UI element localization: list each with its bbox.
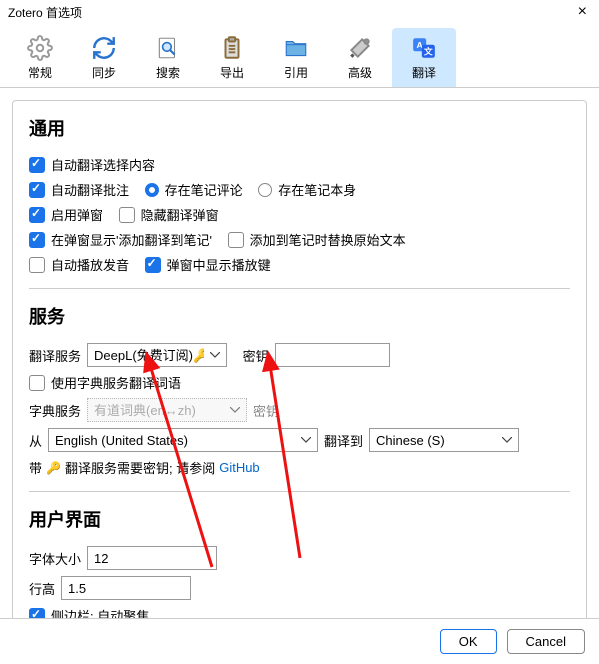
- show-add-to-note-checkbox[interactable]: [29, 232, 45, 248]
- tab-advanced[interactable]: 高级: [328, 28, 392, 87]
- tab-label: 高级: [348, 64, 372, 81]
- secret-hint: 带 🔑 翻译服务需要密钥; 请参阅 GitHub: [29, 458, 570, 477]
- section-service-heading: 服务: [29, 303, 570, 329]
- titlebar: Zotero 首选项 ×: [0, 0, 599, 24]
- from-label: 从: [29, 431, 42, 450]
- line-height-input[interactable]: [61, 576, 191, 600]
- close-icon[interactable]: ×: [574, 3, 591, 21]
- dict-service-select: 有道词典(en↔zh): [87, 398, 247, 422]
- translate-icon: A文: [410, 34, 438, 62]
- tab-general[interactable]: 常规: [8, 28, 72, 87]
- folder-icon: [282, 34, 310, 62]
- tab-export[interactable]: 导出: [200, 28, 264, 87]
- hide-popup-checkbox[interactable]: [119, 207, 135, 223]
- line-height-label: 行高: [29, 579, 55, 598]
- gear-icon: [26, 34, 54, 62]
- store-comment-radio[interactable]: [145, 183, 159, 197]
- use-dict-checkbox[interactable]: [29, 375, 45, 391]
- sync-icon: [90, 34, 118, 62]
- tab-label: 导出: [220, 64, 244, 81]
- show-play-button-checkbox[interactable]: [145, 257, 161, 273]
- hint-text: 带: [29, 458, 42, 477]
- clipboard-icon: [218, 34, 246, 62]
- label: 添加到笔记时替换原始文本: [250, 230, 406, 249]
- ok-button[interactable]: OK: [440, 629, 497, 654]
- label: 使用字典服务翻译词语: [51, 373, 181, 392]
- github-link[interactable]: GitHub: [219, 460, 259, 475]
- cancel-button[interactable]: Cancel: [507, 629, 585, 654]
- label: 自动播放发音: [51, 255, 129, 274]
- auto-translate-selection-checkbox[interactable]: [29, 157, 45, 173]
- label: 自动翻译批注: [51, 180, 129, 199]
- secret-label: 密钥: [243, 346, 269, 365]
- auto-play-checkbox[interactable]: [29, 257, 45, 273]
- label: 隐藏翻译弹窗: [141, 205, 219, 224]
- label: 存在笔记评论: [165, 180, 243, 199]
- divider: [29, 491, 570, 492]
- search-icon: [154, 34, 182, 62]
- footer: OK Cancel: [0, 618, 599, 664]
- auto-translate-annotation-checkbox[interactable]: [29, 182, 45, 198]
- divider: [29, 288, 570, 289]
- tab-label: 翻译: [412, 64, 436, 81]
- tab-label: 同步: [92, 64, 116, 81]
- translate-service-label: 翻译服务: [29, 346, 81, 365]
- tab-cite[interactable]: 引用: [264, 28, 328, 87]
- window-title: Zotero 首选项: [8, 4, 82, 21]
- translate-service-select[interactable]: DeepL(免费订阅)🔑: [87, 343, 227, 367]
- from-language-select[interactable]: English (United States): [48, 428, 318, 452]
- key-icon: 🔑: [46, 461, 61, 475]
- font-size-label: 字体大小: [29, 549, 81, 568]
- tools-icon: [346, 34, 374, 62]
- label: 在弹窗显示'添加翻译到笔记': [51, 230, 212, 249]
- dict-service-label: 字典服务: [29, 401, 81, 420]
- replace-on-add-checkbox[interactable]: [228, 232, 244, 248]
- tab-label: 引用: [284, 64, 308, 81]
- font-size-input[interactable]: [87, 546, 217, 570]
- tab-sync[interactable]: 同步: [72, 28, 136, 87]
- svg-text:文: 文: [423, 46, 433, 57]
- dict-secret-label: 密钥: [253, 401, 279, 420]
- section-general-heading: 通用: [29, 115, 570, 141]
- tab-search[interactable]: 搜索: [136, 28, 200, 87]
- tab-label: 常规: [28, 64, 52, 81]
- hint-text: 翻译服务需要密钥; 请参阅: [65, 458, 215, 477]
- store-body-radio[interactable]: [258, 183, 272, 197]
- to-language-select[interactable]: Chinese (S): [369, 428, 519, 452]
- secret-input[interactable]: [275, 343, 390, 367]
- label: 启用弹窗: [51, 205, 103, 224]
- to-label: 翻译到: [324, 431, 363, 450]
- panel-scroll: 通用 自动翻译选择内容 自动翻译批注 存在笔记评论 存在笔记本身 启用弹窗 隐藏…: [0, 88, 599, 648]
- enable-popup-checkbox[interactable]: [29, 207, 45, 223]
- panel-content: 通用 自动翻译选择内容 自动翻译批注 存在笔记评论 存在笔记本身 启用弹窗 隐藏…: [12, 100, 587, 636]
- tab-label: 搜索: [156, 64, 180, 81]
- label: 存在笔记本身: [278, 180, 356, 199]
- tab-toolbar: 常规 同步 搜索 导出 引用 高级 A文 翻译: [0, 24, 599, 88]
- label: 自动翻译选择内容: [51, 155, 155, 174]
- section-ui-heading: 用户界面: [29, 506, 570, 532]
- tab-translate[interactable]: A文 翻译: [392, 28, 456, 87]
- label: 弹窗中显示播放键: [167, 255, 271, 274]
